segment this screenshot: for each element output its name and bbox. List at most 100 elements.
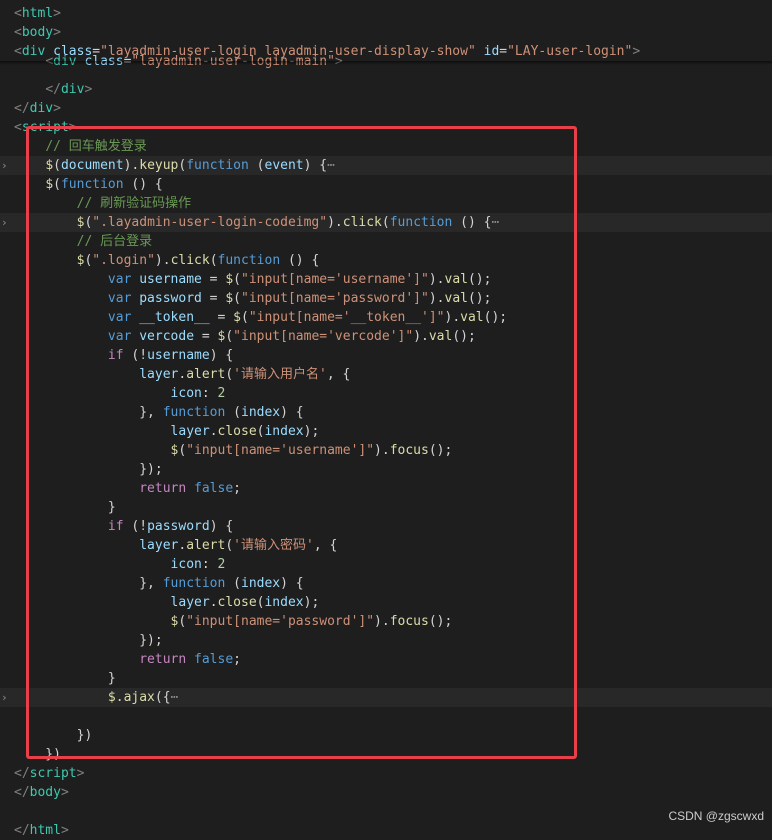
code-token: }: [14, 500, 116, 515]
code-token: (: [225, 576, 241, 591]
code-token: close: [217, 595, 257, 610]
code-line[interactable]: // 后台登录: [0, 232, 772, 251]
code-line[interactable]: $("input[name='username']").focus();: [0, 441, 772, 460]
code-text: $("input[name='username']").focus();: [14, 441, 453, 460]
code-line[interactable]: [0, 707, 772, 726]
code-token: ⋯: [491, 215, 500, 230]
code-token: ).: [374, 614, 390, 629]
code-token: index: [241, 405, 281, 420]
code-token: $: [225, 272, 234, 287]
code-token: var: [107, 272, 132, 287]
sticky-scroll-shadow: [0, 61, 772, 65]
code-token: body: [21, 25, 54, 40]
code-line[interactable]: <html>: [0, 4, 772, 23]
code-line[interactable]: });: [0, 460, 772, 479]
code-text: $(".login").click(function () {: [14, 251, 320, 270]
code-line[interactable]: </div>: [0, 80, 772, 99]
code-line[interactable]: var __token__ = $("input[name='__token__…: [0, 308, 772, 327]
code-line[interactable]: › $(document).keyup(function (event) {⋯: [0, 156, 772, 175]
fold-chevron-icon[interactable]: ›: [1, 156, 9, 175]
code-line[interactable]: return false;: [0, 650, 772, 669]
code-line[interactable]: <body>: [0, 23, 772, 42]
code-token: icon: [170, 386, 202, 401]
code-line[interactable]: if (!password) {: [0, 517, 772, 536]
code-token: keyup: [139, 158, 179, 173]
code-token: return: [139, 652, 187, 667]
code-token: false: [194, 481, 234, 496]
code-editor[interactable]: <html> <body> <div class="layadmin-user-lo…: [0, 0, 772, 838]
code-text: layer.close(index);: [14, 593, 320, 612]
code-line[interactable]: icon: 2: [0, 555, 772, 574]
code-token: }: [14, 671, 116, 686]
code-token: function: [60, 177, 124, 192]
code-token: ) {: [209, 519, 234, 534]
code-text: }): [14, 726, 93, 745]
code-token: (!: [123, 348, 148, 363]
code-token: ).: [154, 253, 171, 268]
code-token: event: [264, 158, 304, 173]
code-line[interactable]: }: [0, 498, 772, 517]
code-text: $.ajax({⋯: [14, 688, 178, 707]
code-line[interactable]: var vercode = $("input[name='vercode']")…: [0, 327, 772, 346]
code-line[interactable]: }: [0, 669, 772, 688]
code-line[interactable]: </div>: [0, 99, 772, 118]
code-line[interactable]: }, function (index) {: [0, 403, 772, 422]
code-line[interactable]: $(".login").click(function () {: [0, 251, 772, 270]
code-token: click: [170, 253, 210, 268]
code-token: val: [460, 310, 484, 325]
fold-chevron-icon[interactable]: ›: [1, 688, 9, 707]
code-token: =: [201, 272, 226, 287]
code-token: =: [201, 291, 226, 306]
code-token: }): [14, 747, 61, 762]
code-line[interactable]: return false;: [0, 479, 772, 498]
fold-chevron-icon[interactable]: ›: [1, 213, 9, 232]
code-line[interactable]: var password = $("input[name='password']…: [0, 289, 772, 308]
code-token: (!: [123, 519, 148, 534]
code-line[interactable]: layer.alert('请输入密码', {: [0, 536, 772, 555]
code-line[interactable]: icon: 2: [0, 384, 772, 403]
code-token: // 刷新验证码操作: [76, 196, 192, 211]
code-line[interactable]: [0, 802, 772, 821]
code-line[interactable]: </script>: [0, 764, 772, 783]
code-token: username: [139, 272, 202, 287]
code-text: </body>: [14, 783, 69, 802]
code-line[interactable]: // 刷新验证码操作: [0, 194, 772, 213]
code-token: >: [60, 785, 69, 800]
code-line[interactable]: › $.ajax({⋯: [0, 688, 772, 707]
code-text: layer.alert('请输入密码', {: [14, 536, 337, 555]
code-text: var username = $("input[name='username']…: [14, 270, 492, 289]
code-line[interactable]: }): [0, 726, 772, 745]
code-line[interactable]: var username = $("input[name='username']…: [0, 270, 772, 289]
code-line[interactable]: }): [0, 745, 772, 764]
code-line[interactable]: // 回车触发登录: [0, 137, 772, 156]
code-token: }): [14, 728, 93, 743]
code-line[interactable]: › $(".layadmin-user-login-codeimg").clic…: [0, 213, 772, 232]
code-line[interactable]: });: [0, 631, 772, 650]
code-token: .: [209, 424, 218, 439]
code-line[interactable]: </html>: [0, 821, 772, 840]
code-token: script: [29, 766, 77, 781]
code-token: <: [14, 6, 22, 21]
code-line[interactable]: layer.close(index);: [0, 593, 772, 612]
code-line[interactable]: $(function () {: [0, 175, 772, 194]
code-line[interactable]: }, function (index) {: [0, 574, 772, 593]
code-line[interactable]: <script>: [0, 118, 772, 137]
sticky-scroll-header: [0, 42, 772, 61]
code-text: var __token__ = $("input[name='__token__…: [14, 308, 507, 327]
code-token: (: [233, 291, 241, 306]
code-line[interactable]: </body>: [0, 783, 772, 802]
code-text: </div>: [14, 99, 61, 118]
code-line[interactable]: $("input[name='password']").focus();: [0, 612, 772, 631]
code-line[interactable]: layer.alert('请输入用户名', {: [0, 365, 772, 384]
code-line[interactable]: layer.close(index);: [0, 422, 772, 441]
code-line[interactable]: if (!username) {: [0, 346, 772, 365]
code-token: </: [14, 101, 30, 116]
code-text: }: [14, 498, 116, 517]
code-token: var: [107, 291, 132, 306]
code-token: index: [264, 424, 304, 439]
code-text: $(document).keyup(function (event) {⋯: [14, 156, 335, 175]
